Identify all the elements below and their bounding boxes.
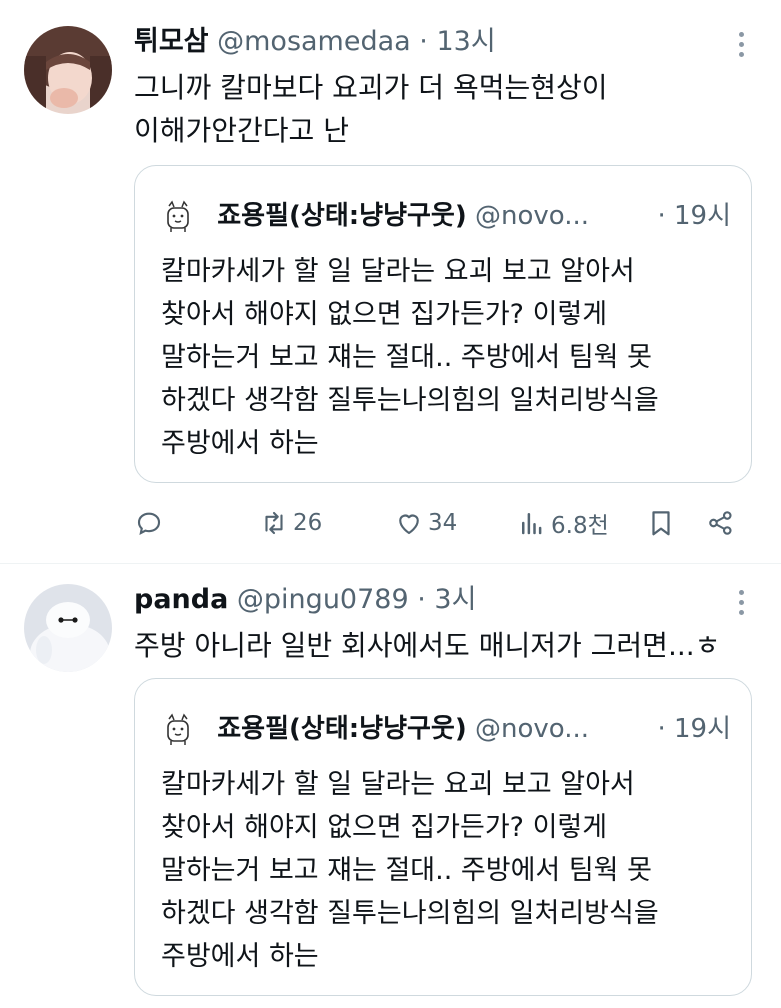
avatar[interactable] (24, 26, 112, 114)
reply-icon (137, 512, 161, 535)
bookmark-button[interactable] (646, 503, 676, 543)
quote-timestamp: · 19시 (657, 714, 731, 744)
tweet-text: 주방 아니라 일반 회사에서도 매니저가 그러면...ㅎ (134, 629, 721, 662)
tweet-text: 그니까 칼마보다 요괴가 더 욕먹는현상이 이해가안간다고 난 (134, 71, 608, 147)
quote-timestamp: · 19시 (657, 201, 731, 231)
quote-avatar-icon (161, 199, 195, 234)
views-icon (522, 513, 542, 535)
retweet-count: 26 (293, 510, 323, 536)
avatar[interactable] (24, 584, 112, 672)
bookmark-icon (652, 511, 670, 536)
tweet-actions: 26 34 6.8천 (134, 503, 744, 543)
views-button[interactable]: 6.8천 (517, 503, 609, 543)
user-name[interactable]: 튀모삼 (134, 26, 209, 57)
quote-avatar-icon (161, 712, 195, 747)
quote-text: 칼마카세가 할 일 달라는 요괴 보고 알아서 찾아서 해야지 없으면 집가든가… (161, 769, 659, 972)
timestamp[interactable]: 13시 (436, 26, 495, 57)
tweet[interactable]: 튀모삼 @mosamedaa · 13시 그니까 칼마보다 요괴가 더 욕먹는현… (0, 0, 781, 560)
user-name[interactable]: panda (134, 584, 228, 615)
quote-header: 죠용필(상태:냥냥구웃) @novo... · 19시 (161, 196, 731, 236)
tweet-header: panda @pingu0789 · 3시 (134, 580, 476, 620)
quote-user-handle: @novo... (474, 201, 590, 231)
tweet[interactable]: panda @pingu0789 · 3시 주방 아니라 일반 회사에서도 매니… (0, 564, 781, 1008)
quote-user-handle: @novo... (474, 714, 590, 744)
heart-icon (399, 514, 419, 535)
retweet-icon (265, 511, 283, 535)
quote-text: 칼마카세가 할 일 달라는 요괴 보고 알아서 찾아서 해야지 없으면 집가든가… (161, 256, 659, 459)
like-count: 34 (428, 510, 458, 536)
avatar-photo (24, 584, 112, 672)
avatar-photo (24, 26, 112, 114)
more-options-icon[interactable] (739, 590, 747, 620)
share-button[interactable] (706, 503, 736, 543)
retweet-button[interactable]: 26 (259, 503, 322, 543)
quoted-tweet[interactable]: 죠용필(상태:냥냥구웃) @novo... · 19시 칼마카세가 할 일 달라… (134, 165, 752, 483)
user-handle[interactable]: @mosamedaa (217, 26, 411, 57)
more-options-icon[interactable] (739, 32, 747, 62)
share-icon (709, 511, 732, 535)
quoted-tweet[interactable]: 죠용필(상태:냥냥구웃) @novo... · 19시 칼마카세가 할 일 달라… (134, 678, 752, 996)
like-button[interactable]: 34 (394, 503, 457, 543)
user-handle[interactable]: @pingu0789 (237, 584, 409, 615)
quote-user-name: 죠용필(상태:냥냥구웃) (217, 714, 467, 744)
reply-button[interactable] (134, 503, 164, 543)
tweet-header: 튀모삼 @mosamedaa · 13시 (134, 22, 496, 62)
timestamp[interactable]: 3시 (434, 584, 476, 615)
quote-header: 죠용필(상태:냥냥구웃) @novo... · 19시 (161, 709, 731, 749)
separator-dot: · (417, 584, 426, 615)
views-count: 6.8천 (551, 513, 609, 539)
quote-user-name: 죠용필(상태:냥냥구웃) (217, 201, 467, 231)
separator-dot: · (419, 26, 428, 57)
